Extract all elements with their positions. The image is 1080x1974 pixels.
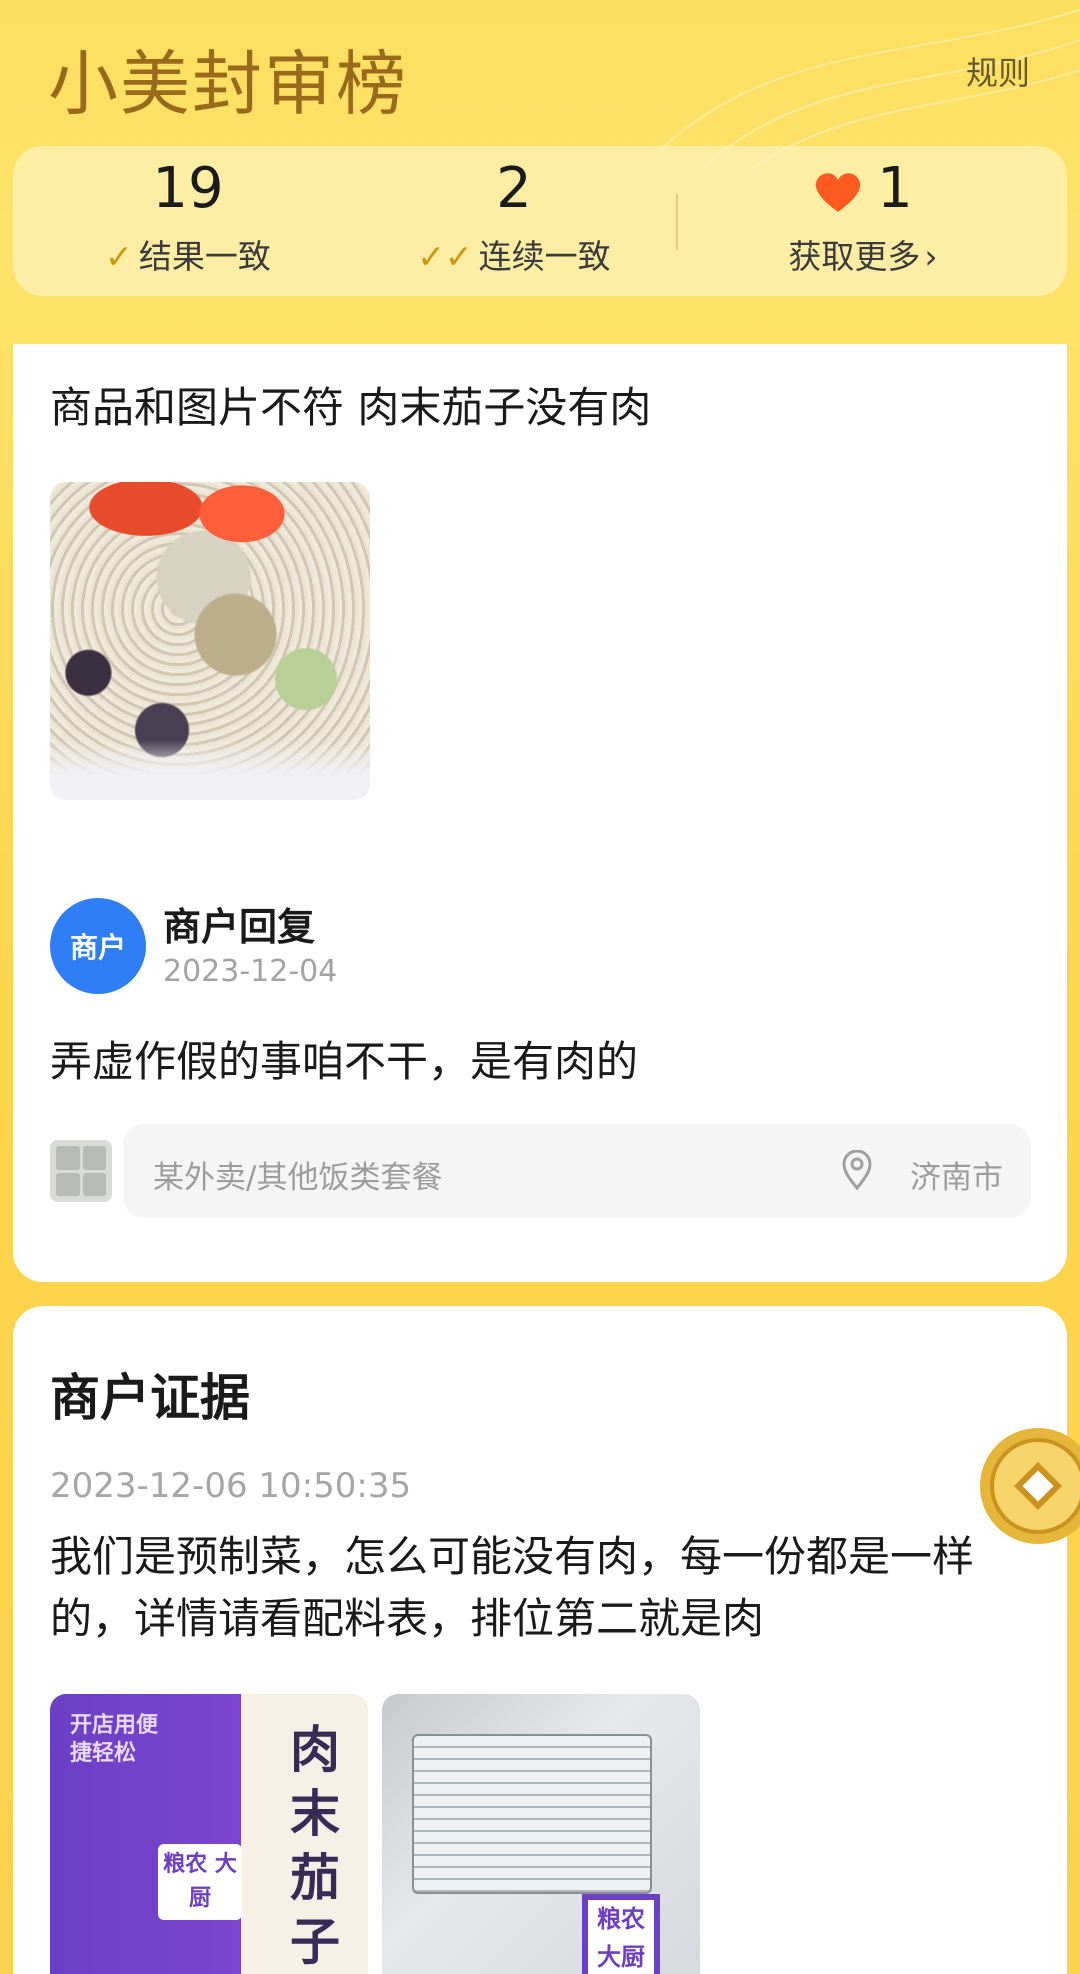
avatar: 商户 [50,898,146,994]
get-more-link[interactable]: 获取更多 › [753,230,973,278]
stats-divider [676,194,678,250]
evidence-photo-package[interactable]: 开店用便捷轻松 粮农 大厨 肉末茄子 [50,1694,368,1974]
case-card: 商品和图片不符 肉末茄子没有肉 商户 商户回复 2023-12-04 弄虚作假的… [13,344,1067,1282]
reply-title: 商户回复 [163,905,316,949]
location-pin-icon [842,1150,872,1190]
page-title: 小美封审榜 [48,43,408,125]
get-more-label: 获取更多 [788,237,921,276]
streak-label-row: ✓✓ 连续一致 [399,230,629,278]
chevron-right-icon: › [924,237,938,276]
stat-hearts[interactable]: 1 获取更多 › [753,146,973,296]
complaint-photo[interactable] [50,482,370,800]
streak-count: 2 [496,156,532,221]
complaint-text: 商品和图片不符 肉末茄子没有肉 [50,383,652,432]
hearts-row: 1 [753,156,973,221]
package-title: 肉末茄子 [290,1720,340,1971]
reply-date: 2023-12-04 [163,954,338,989]
reply-text: 弄虚作假的事咱不干，是有肉的 [50,1037,639,1086]
streak-label: 连续一致 [478,237,611,276]
order-category: 某外卖/其他饭类套餐 [153,1160,443,1196]
stat-streak: 2 ✓✓ 连续一致 [399,146,629,296]
evidence-title: 商户证据 [50,1369,250,1427]
consistent-label-row: ✓ 结果一致 [73,230,303,278]
header: 小美封审榜 规则 [0,0,1080,140]
consistent-label: 结果一致 [138,237,271,276]
store-thumbnail-icon [50,1140,112,1202]
evidence-timestamp: 2023-12-06 10:50:35 [50,1466,412,1506]
stats-panel: 19 ✓ 结果一致 2 ✓✓ 连续一致 1 获取更多 › [13,146,1067,296]
evidence-text: 我们是预制菜，怎么可能没有肉，每一份都是一样的，详情请看配料表，排位第二就是肉 [50,1532,975,1643]
package-slogan: 开店用便捷轻松 [70,1713,159,1766]
evidence-card: 商户证据 2023-12-06 10:50:35 我们是预制菜，怎么可能没有肉，… [13,1306,1067,1974]
rules-link[interactable]: 规则 [966,48,1030,94]
heart-icon [815,173,861,212]
evidence-photo-ingredients[interactable]: 粮农 大厨 [382,1694,700,1974]
check-icon: ✓ [105,237,133,276]
ingredient-label [412,1734,652,1894]
hearts-count: 1 [877,156,913,221]
brand-logo: 粮农 大厨 [158,1844,242,1920]
stat-consistent: 19 ✓ 结果一致 [73,146,303,296]
coin-icon[interactable] [976,1424,1080,1548]
consistent-count: 19 [152,156,224,221]
double-check-icon: ✓✓ [417,237,473,276]
order-location: 济南市 [910,1160,1003,1196]
brand-stamp: 粮农 大厨 [582,1894,660,1974]
